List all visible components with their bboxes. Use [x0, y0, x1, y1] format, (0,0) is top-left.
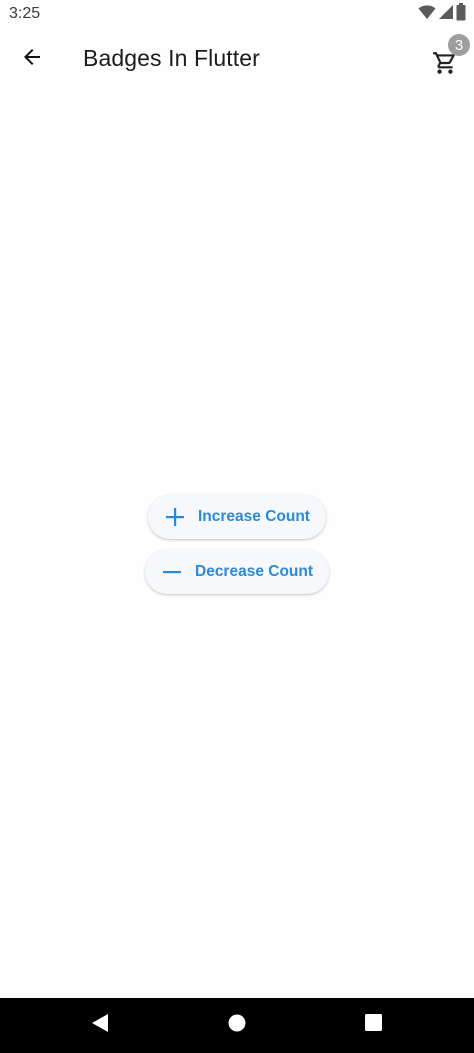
signal-icon	[438, 4, 454, 25]
app-bar: Badges In Flutter 3	[0, 30, 474, 88]
decrease-count-label: Decrease Count	[195, 563, 314, 580]
nav-back-icon	[91, 1013, 109, 1038]
nav-recents-button[interactable]	[358, 1010, 388, 1040]
status-time: 3:25	[9, 5, 41, 22]
increase-count-button[interactable]: Increase Count	[148, 495, 326, 539]
minus-icon	[161, 561, 183, 583]
cart-button[interactable]: 3	[426, 34, 470, 82]
app-screen: 3:25 Badges In Flutter 3 Increase Count …	[0, 0, 474, 1053]
arrow-back-icon	[20, 45, 44, 74]
nav-recents-icon	[364, 1014, 382, 1036]
system-nav-bar	[0, 998, 474, 1053]
increase-count-label: Increase Count	[198, 508, 310, 525]
battery-icon	[456, 2, 466, 26]
plus-icon	[164, 506, 186, 528]
cart-badge: 3	[448, 34, 470, 56]
nav-back-button[interactable]	[85, 1010, 115, 1040]
status-icons	[418, 2, 466, 26]
nav-home-button[interactable]	[222, 1010, 252, 1040]
page-title: Badges In Flutter	[83, 45, 260, 71]
decrease-count-button[interactable]: Decrease Count	[145, 550, 329, 594]
nav-home-icon	[228, 1014, 246, 1037]
back-button[interactable]	[12, 39, 52, 79]
wifi-icon	[418, 4, 436, 25]
status-bar: 3:25	[0, 0, 474, 30]
